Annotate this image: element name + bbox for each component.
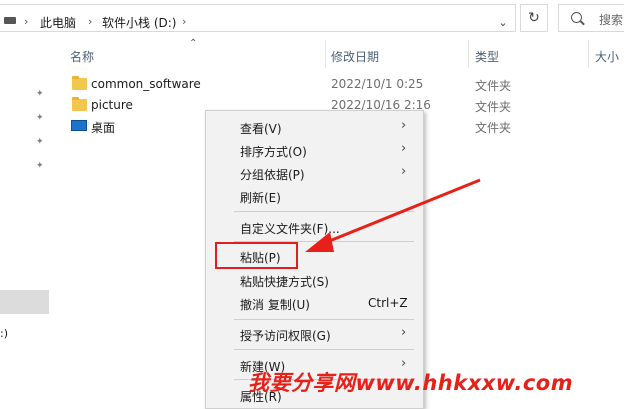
nav-item-drive[interactable]: :) [0,327,8,340]
menu-item-label: 授予访问权限(G) [240,329,331,343]
file-name: 桌面 [91,121,116,135]
menu-item-shortcut: Ctrl+Z [368,296,408,310]
chevron-right-icon: › [401,141,407,156]
column-header-size[interactable]: 大小 [595,48,619,65]
menu-item-sort[interactable]: 排序方式(O) › [206,139,423,162]
address-bar: › 此电脑 › 软件小栈 (D:) › ⌄ ↻ 搜索 [0,0,624,36]
menu-item-label: 粘贴快捷方式(S) [240,275,329,289]
file-type: 文件夹 [475,121,512,135]
menu-item-label: 分组依据(P) [240,168,305,182]
drive-icon [4,17,16,24]
column-header-name[interactable]: 名称 [70,48,94,65]
refresh-button[interactable]: ↻ [520,4,548,32]
menu-item-label: 刷新(E) [240,191,281,205]
pin-icon[interactable]: ✦ [36,89,44,99]
sort-ascending-icon: ⌃ [189,38,198,49]
menu-item-refresh[interactable]: 刷新(E) [206,185,423,208]
menu-item-undo-copy[interactable]: 撤消 复制(U) Ctrl+Z [206,292,423,315]
column-divider[interactable] [588,40,589,68]
column-divider[interactable] [468,40,469,68]
folder-icon [72,76,87,90]
menu-item-paste[interactable]: 粘贴(P) [206,245,423,268]
search-input[interactable]: 搜索 [558,4,624,32]
menu-item-label: 粘贴(P) [240,251,281,265]
menu-item-group[interactable]: 分组依据(P) › [206,162,423,185]
column-header-modified[interactable]: 修改日期 [331,48,379,65]
menu-item-view[interactable]: 查看(V) › [206,116,423,139]
file-modified: 2022/10/1 0:25 [331,77,424,91]
breadcrumb-this-pc[interactable]: 此电脑 [40,14,76,31]
menu-item-label: 查看(V) [240,122,282,136]
search-placeholder: 搜索 [599,13,624,27]
menu-item-label: 撤消 复制(U) [240,298,310,312]
menu-separator [234,319,414,320]
breadcrumb-separator: › [24,15,29,28]
address-box[interactable]: › 此电脑 › 软件小栈 (D:) › ⌄ [0,4,516,32]
address-dropdown-icon[interactable]: ⌄ [491,13,515,33]
chevron-right-icon: › [401,118,407,133]
menu-separator [234,349,414,350]
menu-item-paste-shortcut[interactable]: 粘贴快捷方式(S) [206,269,423,292]
breadcrumb-drive[interactable]: 软件小栈 (D:) [102,14,176,31]
menu-separator [234,211,414,212]
file-name: common_software [91,77,201,91]
breadcrumb-separator: › [182,15,187,28]
nav-item-selected[interactable] [0,290,49,314]
chevron-right-icon: › [401,164,407,179]
file-type: 文件夹 [475,100,512,114]
file-row[interactable]: common_software 2022/10/1 0:25 文件夹 [70,75,624,95]
menu-item-label: 自定义文件夹(F)... [240,222,340,236]
navigation-pane: ✦ ✦ ✦ ✦ :) [0,36,49,409]
pin-icon[interactable]: ✦ [36,137,44,147]
menu-item-label: 排序方式(O) [240,145,307,159]
file-type: 文件夹 [475,79,512,93]
pin-icon[interactable]: ✦ [36,113,44,123]
menu-item-customize[interactable]: 自定义文件夹(F)... [206,216,423,239]
menu-item-give-access[interactable]: 授予访问权限(G) › [206,323,423,346]
desktop-icon [71,120,87,131]
chevron-right-icon: › [401,325,407,340]
column-header-type[interactable]: 类型 [475,48,499,65]
folder-icon [72,97,87,111]
context-menu: 查看(V) › 排序方式(O) › 分组依据(P) › 刷新(E) 自定义文件夹… [205,110,424,409]
search-icon [571,12,582,23]
pin-icon[interactable]: ✦ [36,161,44,171]
watermark-text: 我要分享网www.hhkxxw.com [248,371,574,395]
file-name: picture [91,98,133,112]
breadcrumb-separator: › [88,15,93,28]
column-divider[interactable] [325,40,326,68]
